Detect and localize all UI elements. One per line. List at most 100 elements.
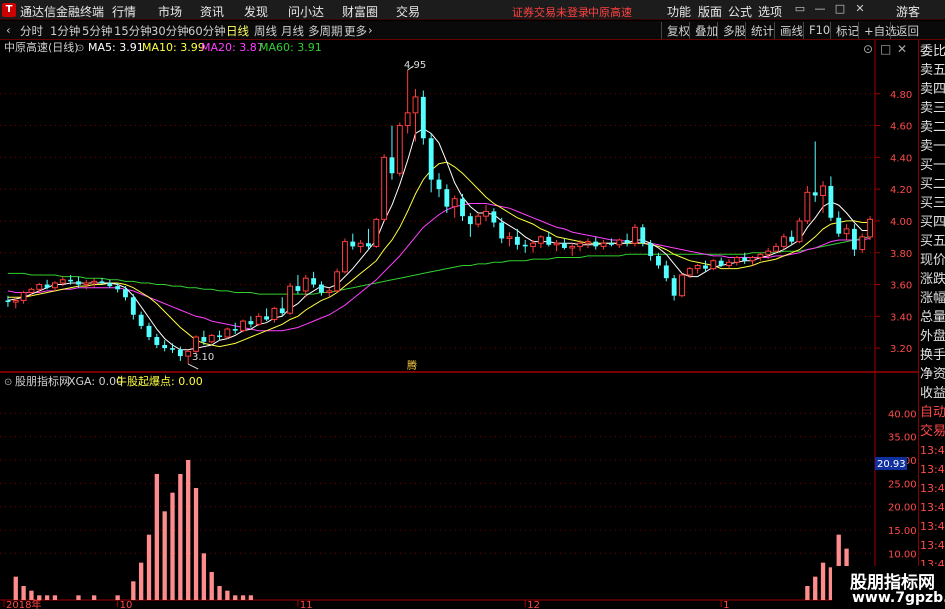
candle-body[interactable] <box>836 217 842 234</box>
candle-body[interactable] <box>208 334 215 343</box>
candle-body[interactable] <box>467 216 473 225</box>
menu-formula[interactable]: 公式 <box>728 3 752 20</box>
candle-body[interactable] <box>138 314 144 326</box>
candle-body[interactable] <box>663 265 669 279</box>
btn-back[interactable]: 返回 <box>890 22 924 39</box>
candle-body[interactable] <box>146 325 152 338</box>
menu-options[interactable]: 选项 <box>758 3 782 20</box>
candle-body[interactable] <box>366 243 371 247</box>
candle-body[interactable] <box>319 284 324 293</box>
candle-body[interactable] <box>671 278 677 296</box>
indicator-bar[interactable] <box>139 562 144 600</box>
indicator-bar[interactable] <box>44 595 50 600</box>
period-intraday[interactable]: 分时 <box>20 23 43 39</box>
indicator-bar[interactable] <box>154 474 159 600</box>
candle-body[interactable] <box>248 321 254 325</box>
candle-body[interactable] <box>577 242 584 247</box>
menu-markets[interactable]: 市场 <box>158 3 182 20</box>
candle-body[interactable] <box>757 253 764 259</box>
candle-body[interactable] <box>311 278 317 285</box>
candle-body[interactable] <box>193 336 199 352</box>
candle-body[interactable] <box>59 279 66 284</box>
candle-body[interactable] <box>632 226 638 244</box>
candle-body[interactable] <box>859 236 866 251</box>
candle-body[interactable] <box>765 250 772 255</box>
candle-body[interactable] <box>491 211 497 223</box>
menu-discover[interactable]: 发现 <box>244 3 268 20</box>
period-daily[interactable]: 日线 <box>226 23 249 39</box>
chart-area[interactable]: 4.80 4.60 4.40 4.20 4.00 3.80 3.60 3.40 3.20 40.0… <box>0 40 945 609</box>
indicator-bar[interactable] <box>21 586 26 600</box>
candle-body[interactable] <box>812 192 818 196</box>
candle-body[interactable] <box>475 215 482 225</box>
candle-body[interactable] <box>381 156 388 220</box>
period-15min[interactable]: 15分钟 <box>114 23 152 39</box>
indicator-bar[interactable] <box>162 511 167 600</box>
candle-body[interactable] <box>499 222 505 239</box>
candle-body[interactable] <box>342 241 348 273</box>
indicator-bar[interactable] <box>76 595 81 600</box>
candle-body[interactable] <box>279 308 285 314</box>
period-more[interactable]: 更多 <box>344 23 367 39</box>
indicator-bar[interactable] <box>805 586 810 600</box>
candle-body[interactable] <box>412 96 419 114</box>
candle-body[interactable] <box>789 236 795 242</box>
candle-body[interactable] <box>240 320 246 332</box>
chart-svg[interactable]: 4.80 4.60 4.40 4.20 4.00 3.80 3.60 3.40 3.20 40.0… <box>0 40 918 609</box>
panel-close-icon[interactable]: ✕ <box>897 42 907 56</box>
indicator-bar[interactable] <box>820 562 826 600</box>
candle-body[interactable] <box>326 290 333 294</box>
candle-body[interactable] <box>444 189 450 207</box>
candle-body[interactable] <box>217 335 222 338</box>
candle-body[interactable] <box>522 244 528 247</box>
candle-body[interactable] <box>843 228 850 235</box>
period-30min[interactable]: 30分钟 <box>151 23 189 39</box>
candle-body[interactable] <box>177 349 183 357</box>
maximize-icon[interactable]: □ <box>833 2 847 16</box>
candle-body[interactable] <box>154 337 160 345</box>
panel-settings-icon[interactable]: ⊙ <box>863 42 873 56</box>
candle-body[interactable] <box>91 280 98 284</box>
candle-body[interactable] <box>537 236 544 244</box>
candle-body[interactable] <box>530 242 536 247</box>
candle-body[interactable] <box>436 179 442 190</box>
indicator-bar[interactable] <box>201 553 207 600</box>
indicator-bar[interactable] <box>13 576 18 600</box>
menu-market[interactable]: 行情 <box>112 3 136 20</box>
close-icon[interactable]: ✕ <box>853 2 867 16</box>
indicator-bar[interactable] <box>178 474 183 600</box>
candle-body[interactable] <box>287 285 294 314</box>
candle-body[interactable] <box>123 289 128 298</box>
candle-body[interactable] <box>83 282 90 286</box>
candle-body[interactable] <box>656 255 661 266</box>
candle-body[interactable] <box>12 299 19 303</box>
candle-body[interactable] <box>36 284 43 290</box>
guest-label[interactable]: 游客 <box>896 3 920 20</box>
candle-body[interactable] <box>710 260 717 270</box>
period-multi[interactable]: 多周期 <box>308 23 343 39</box>
candle-body[interactable] <box>334 271 341 292</box>
indicator-bar[interactable] <box>186 460 191 600</box>
panel-maximize-icon[interactable]: □ <box>880 42 891 56</box>
menu-wealth[interactable]: 财富圈 <box>342 3 378 20</box>
candle-body[interactable] <box>749 257 756 262</box>
candle-body[interactable] <box>561 243 567 248</box>
indicator-bar[interactable] <box>233 595 238 600</box>
candle-body[interactable] <box>514 236 520 245</box>
indicator-bar[interactable] <box>225 590 230 600</box>
indicator-bar[interactable] <box>170 492 175 600</box>
candle-body[interactable] <box>52 282 58 289</box>
menu-ask[interactable]: 问小达 <box>288 3 324 20</box>
candle-body[interactable] <box>867 218 874 238</box>
period-monthly[interactable]: 月线 <box>281 23 304 39</box>
candle-body[interactable] <box>396 125 403 174</box>
candle-body[interactable] <box>130 297 136 315</box>
candle-body[interactable] <box>451 198 458 208</box>
indicator-bar[interactable] <box>131 581 136 600</box>
indicator-bar[interactable] <box>217 586 222 600</box>
candle-body[interactable] <box>726 261 732 266</box>
candle-body[interactable] <box>733 257 740 263</box>
candle-body[interactable] <box>302 277 309 292</box>
candle-body[interactable] <box>28 288 35 294</box>
sub-legend-icon[interactable]: ⊙ <box>4 377 12 388</box>
